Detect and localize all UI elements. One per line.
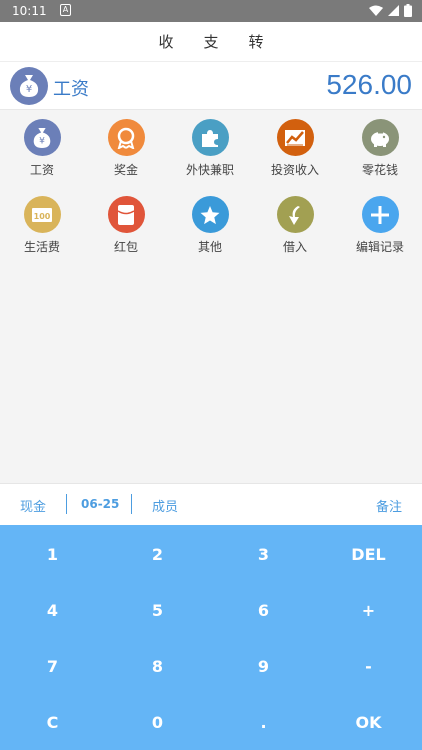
key-3[interactable]: 3 bbox=[211, 526, 316, 582]
key-6[interactable]: 6 bbox=[211, 582, 316, 638]
category-living-expenses[interactable]: 100 生活费 bbox=[0, 191, 84, 261]
plus-icon bbox=[361, 196, 399, 233]
type-tabs: 收 支 转 bbox=[0, 22, 422, 62]
category-bonus[interactable]: 奖金 bbox=[84, 114, 168, 184]
key-9[interactable]: 9 bbox=[211, 638, 316, 694]
svg-text:¥: ¥ bbox=[39, 136, 45, 146]
status-time: 10:11 bbox=[12, 4, 47, 18]
category-label: 外快兼职 bbox=[185, 163, 234, 177]
tab-income[interactable]: 收 bbox=[154, 29, 177, 54]
edit-categories-button[interactable]: 编辑记录 bbox=[338, 191, 422, 261]
battery-icon bbox=[404, 4, 412, 17]
arrow-down-icon bbox=[276, 196, 314, 233]
star-icon bbox=[191, 196, 229, 233]
wifi-icon bbox=[369, 5, 383, 16]
selected-category-name: 工资 bbox=[53, 79, 89, 100]
category-label: 奖金 bbox=[113, 163, 138, 177]
status-icons bbox=[369, 4, 412, 17]
category-label: 生活费 bbox=[23, 240, 60, 254]
divider bbox=[66, 494, 67, 514]
ok-key[interactable]: OK bbox=[316, 694, 421, 750]
date-selector[interactable]: 06-25 bbox=[81, 497, 119, 511]
key-5[interactable]: 5 bbox=[105, 582, 210, 638]
plus-key[interactable]: + bbox=[316, 582, 421, 638]
category-label: 工资 bbox=[29, 163, 54, 177]
category-label: 其他 bbox=[197, 240, 222, 254]
svg-text:¥: ¥ bbox=[26, 84, 32, 95]
category-salary[interactable]: ¥ 工资 bbox=[0, 114, 84, 184]
tab-transfer[interactable]: 转 bbox=[245, 29, 268, 54]
key-7[interactable]: 7 bbox=[0, 638, 105, 694]
key-8[interactable]: 8 bbox=[105, 638, 210, 694]
category-label: 借入 bbox=[282, 240, 307, 254]
key-4[interactable]: 4 bbox=[0, 582, 105, 638]
key-1[interactable]: 1 bbox=[0, 526, 105, 582]
svg-text:100: 100 bbox=[34, 212, 51, 221]
banknote-icon: 100 bbox=[23, 196, 61, 233]
piggy-bank-icon bbox=[361, 119, 399, 156]
category-pocket-money[interactable]: 零花钱 bbox=[338, 114, 422, 184]
category-investment[interactable]: 投资收入 bbox=[253, 114, 337, 184]
decimal-key[interactable]: . bbox=[211, 694, 316, 750]
medal-icon bbox=[107, 119, 145, 156]
signal-icon bbox=[388, 5, 399, 16]
trend-chart-icon bbox=[276, 119, 314, 156]
divider bbox=[131, 494, 132, 514]
member-selector[interactable]: 成员 bbox=[152, 496, 178, 515]
category-label: 红包 bbox=[113, 240, 138, 254]
category-borrow[interactable]: 借入 bbox=[253, 191, 337, 261]
money-bag-icon: ¥ bbox=[10, 67, 48, 105]
delete-key[interactable]: DEL bbox=[316, 526, 421, 582]
status-bar: 10:11 A bbox=[0, 0, 422, 22]
amount-bar: ¥ 工资 526.00 bbox=[0, 62, 422, 110]
red-envelope-icon bbox=[107, 196, 145, 233]
account-selector[interactable]: 现金 bbox=[20, 496, 46, 515]
amount-display: 526.00 bbox=[326, 69, 412, 100]
category-label: 投资收入 bbox=[270, 163, 319, 177]
category-red-envelope[interactable]: 红包 bbox=[84, 191, 168, 261]
note-button[interactable]: 备注 bbox=[376, 496, 402, 515]
category-side-job[interactable]: 外快兼职 bbox=[168, 114, 252, 184]
clear-key[interactable]: C bbox=[0, 694, 105, 750]
category-other[interactable]: 其他 bbox=[168, 191, 252, 261]
category-label: 编辑记录 bbox=[355, 240, 404, 254]
key-2[interactable]: 2 bbox=[105, 526, 210, 582]
puzzle-icon bbox=[191, 119, 229, 156]
money-bag-icon: ¥ bbox=[23, 119, 61, 156]
record-info-bar: 现金 06-25 成员 备注 bbox=[0, 483, 422, 525]
tab-expense[interactable]: 支 bbox=[199, 29, 222, 54]
category-label: 零花钱 bbox=[361, 163, 398, 177]
notification-icon: A bbox=[60, 4, 71, 16]
number-keypad: 1 2 3 DEL 4 5 6 + 7 8 9 - C 0 . OK bbox=[0, 525, 422, 750]
minus-key[interactable]: - bbox=[316, 638, 421, 694]
key-0[interactable]: 0 bbox=[105, 694, 210, 750]
